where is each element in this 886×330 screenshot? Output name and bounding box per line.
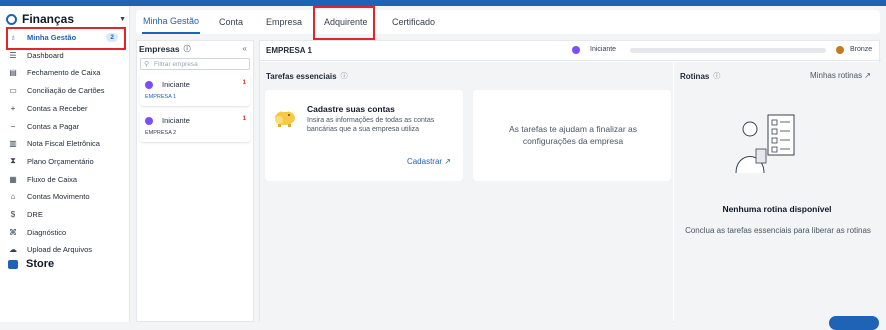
bronze-gem-icon xyxy=(836,46,844,54)
sidebar-item-label: Contas a Pagar xyxy=(27,121,80,131)
company-card-1[interactable]: Iniciante 1 EMPRESA 1 xyxy=(140,74,250,106)
level-gem-icon xyxy=(572,46,580,54)
plus-icon: + xyxy=(10,103,16,113)
sidebar-item-conciliação-de-cartões[interactable]: ▭ Conciliação de Cartões xyxy=(8,82,124,99)
card-description: Insira as informações de todas as contas… xyxy=(307,117,435,133)
cloud-upload-icon: ☁ xyxy=(9,245,17,255)
sidebar-item-fluxo-de-caixa[interactable]: ▦ Fluxo de Caixa xyxy=(8,171,124,188)
current-level: Iniciante xyxy=(590,46,617,53)
routines-title: Rotinas ⓘ xyxy=(680,71,720,81)
company-search-input[interactable]: ⚲ Filtrar empresa xyxy=(140,58,250,70)
sidebar-item-label: Fluxo de Caixa xyxy=(27,174,78,184)
app-title: Finanças xyxy=(22,12,75,26)
register-link[interactable]: Cadastrar ↗ xyxy=(407,157,451,166)
sidebar-item-fechamento-de-caixa[interactable]: ▤ Fechamento de Caixa xyxy=(8,64,124,81)
tab-bar: Minha Gestão Conta Empresa Adquirente Ce… xyxy=(136,10,880,34)
main-panel: EMPRESA 1 Iniciante Bronze Tarefas essen… xyxy=(259,40,881,323)
barcode-icon: ▥ xyxy=(9,139,17,149)
company-level: Iniciante xyxy=(162,116,190,125)
sidebar-item-label: Fechamento de Caixa xyxy=(27,68,101,78)
piggy-bank-icon xyxy=(275,110,295,127)
person-checklist-illustration-icon xyxy=(735,114,795,174)
tab-minha-gestao[interactable]: Minha Gestão xyxy=(142,10,201,34)
task-card-register-accounts[interactable]: Cadastre suas contas Insira as informaçõ… xyxy=(265,90,463,181)
tab-empresa[interactable]: Empresa xyxy=(266,10,302,34)
info-icon[interactable]: ⓘ xyxy=(713,71,720,81)
empresas-panel: Empresas ⓘ « ⚲ Filtrar empresa Iniciante… xyxy=(136,40,254,322)
sidebar-item-label: Plano Orçamentário xyxy=(27,156,94,166)
hourglass-icon: ⧗ xyxy=(10,156,16,166)
sidebar-item-label: Nota Fiscal Eletrônica xyxy=(27,139,100,149)
sidebar-item-contas-movimento[interactable]: ⌂ Contas Movimento xyxy=(8,188,124,205)
highlight-box-minha-gestao xyxy=(6,27,126,50)
routines-empty-subtitle: Conclua as tarefas essenciais para liber… xyxy=(685,226,871,235)
sidebar-item-label: Contas Movimento xyxy=(27,192,90,202)
diagnostic-icon: ⌘ xyxy=(9,227,17,237)
minus-icon: − xyxy=(10,121,16,131)
highlight-box-adquirente xyxy=(313,6,375,40)
sidebar-item-diagnóstico[interactable]: ⌘ Diagnóstico xyxy=(8,224,124,241)
pending-count: 1 xyxy=(242,116,246,122)
calendar-icon: ▤ xyxy=(9,68,17,78)
company-title: EMPRESA 1 xyxy=(266,46,312,55)
sidebar-item-label: Contas a Receber xyxy=(27,103,88,113)
sidebar-item-dre[interactable]: $ DRE xyxy=(8,206,124,223)
sidebar-item-label: Upload de Arquivos xyxy=(27,245,93,255)
dashboard-icon: ☰ xyxy=(9,50,17,60)
company-card-2[interactable]: Iniciante 1 EMPRESA 2 xyxy=(140,110,250,142)
flow-icon: ▦ xyxy=(9,174,17,184)
company-level: Iniciante xyxy=(162,80,190,89)
level-gem-icon xyxy=(145,117,153,125)
chevron-down-icon: ▼ xyxy=(119,15,126,23)
level-gem-icon xyxy=(145,81,153,89)
company-header: EMPRESA 1 Iniciante Bronze xyxy=(260,41,881,61)
empresas-title-label: Empresas xyxy=(139,44,180,54)
tab-conta[interactable]: Conta xyxy=(219,10,243,34)
app-switcher[interactable]: Finanças ▼ xyxy=(6,10,126,28)
floating-help-button[interactable] xyxy=(829,316,879,330)
empresas-title: Empresas ⓘ xyxy=(139,44,191,54)
sidebar-item-upload-de-arquivos[interactable]: ☁ Upload de Arquivos xyxy=(8,241,124,258)
my-routines-link[interactable]: Minhas rotinas ↗ xyxy=(810,71,871,80)
sidebar-item-label: Conciliação de Cartões xyxy=(27,86,105,96)
app-logo-icon xyxy=(6,13,17,25)
info-icon[interactable]: ⓘ xyxy=(184,44,191,54)
sidebar-item-contas-a-receber[interactable]: + Contas a Receber xyxy=(8,100,124,117)
level-progress-bar xyxy=(630,48,826,53)
task-info-text: As tarefas te ajudam a finalizar as conf… xyxy=(508,124,638,146)
top-accent-bar xyxy=(0,0,886,6)
routines-title-label: Rotinas xyxy=(680,71,710,81)
store-icon xyxy=(8,259,18,269)
pending-count: 1 xyxy=(242,80,246,86)
search-placeholder: Filtrar empresa xyxy=(154,61,198,68)
sidebar-item-plano-orçamentário[interactable]: ⧗ Plano Orçamentário xyxy=(8,153,124,170)
search-icon: ⚲ xyxy=(144,61,150,68)
store-label: Store xyxy=(26,258,55,270)
task-info-card: As tarefas te ajudam a finalizar as conf… xyxy=(473,90,671,181)
tasks-title-label: Tarefas essenciais xyxy=(266,71,337,81)
sidebar-item-nota-fiscal-eletrônica[interactable]: ▥ Nota Fiscal Eletrônica xyxy=(8,135,124,152)
info-icon[interactable]: ⓘ xyxy=(341,71,348,81)
company-name: EMPRESA 2 xyxy=(145,130,177,136)
sidebar-item-label: Dashboard xyxy=(27,50,64,60)
sidebar-item-label: DRE xyxy=(27,210,43,219)
card-title: Cadastre suas contas xyxy=(307,104,395,114)
company-name: EMPRESA 1 xyxy=(145,94,177,100)
routines-area xyxy=(674,62,880,323)
tasks-title: Tarefas essenciais ⓘ xyxy=(266,71,348,81)
tab-certificado[interactable]: Certificado xyxy=(392,10,435,34)
sidebar-item-label: Diagnóstico xyxy=(27,227,67,237)
next-level: Bronze xyxy=(850,46,873,53)
bank-icon: ⌂ xyxy=(10,192,16,202)
dollar-icon: $ xyxy=(10,210,16,219)
sidebar-item-contas-a-pagar[interactable]: − Contas a Pagar xyxy=(8,118,124,135)
routines-empty-title: Nenhuma rotina disponível xyxy=(722,204,832,214)
collapse-icon[interactable]: « xyxy=(243,44,247,53)
store-link[interactable]: Store xyxy=(8,258,54,270)
card-icon: ▭ xyxy=(9,86,17,96)
